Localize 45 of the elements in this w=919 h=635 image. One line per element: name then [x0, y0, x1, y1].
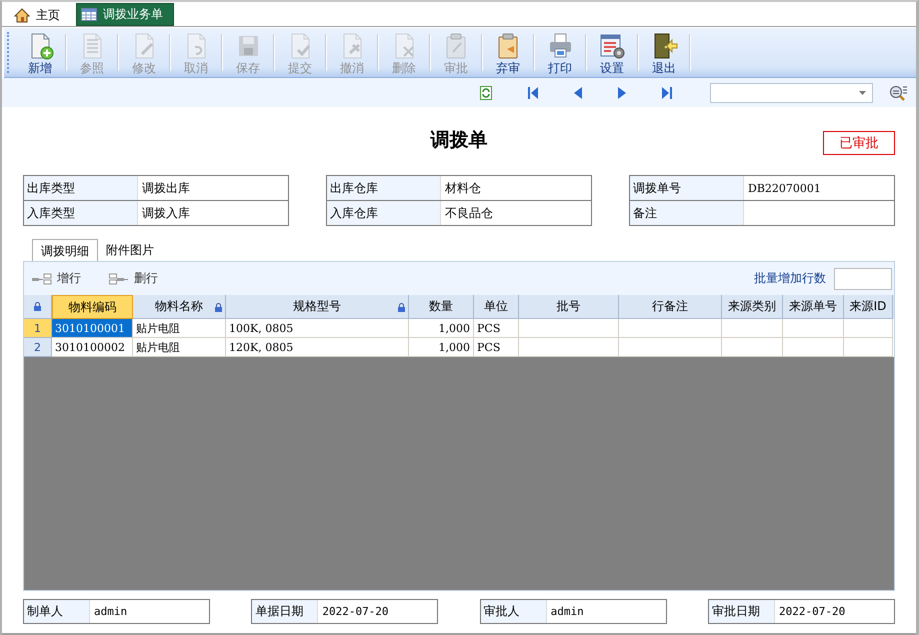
lock-icon — [34, 302, 41, 311]
toolbar-button[interactable]: 设置 — [590, 28, 634, 77]
last-record-icon[interactable] — [662, 86, 672, 98]
detail-tab[interactable]: 调拨明细 — [32, 239, 98, 261]
toolbar-button[interactable]: 打印 — [538, 28, 582, 77]
table-cell: 3010100002 — [52, 338, 133, 357]
status-badge: 已审批 — [823, 131, 895, 155]
field-label: 出库类型 — [24, 176, 138, 200]
table-cell: 120K, 0805 — [226, 338, 409, 357]
field-label: 入库类型 — [24, 201, 138, 225]
settings-icon — [598, 32, 626, 60]
table-cell: 3010100001 — [52, 319, 133, 338]
first-record-icon[interactable] — [528, 86, 538, 98]
previous-record-icon[interactable] — [574, 86, 582, 98]
toolbar-button[interactable]: 弃审 — [486, 28, 530, 77]
lock-icon — [215, 303, 222, 312]
toolbar-button[interactable]: 新增 — [18, 28, 62, 77]
table-cell: 贴片电阻 — [133, 338, 226, 357]
row-number[interactable]: 1 — [24, 319, 52, 338]
table-cell: PCS — [474, 338, 519, 357]
home-icon — [14, 8, 30, 23]
detail-tab[interactable]: 附件图片 — [98, 239, 162, 261]
table-cell: 1,000 — [409, 338, 474, 357]
form-title: 调拨单 — [430, 128, 488, 153]
column-header[interactable]: 物料编码 — [52, 295, 133, 319]
delete-row-icon — [109, 272, 129, 284]
page-tab[interactable]: 调拨业务单 — [76, 3, 174, 26]
toolbar-button[interactable]: 退出 — [642, 28, 686, 77]
field-label: 调拨单号 — [630, 176, 744, 200]
field-label: 出库仓库 — [327, 176, 441, 200]
lock-icon — [398, 303, 405, 312]
search-icon[interactable] — [889, 84, 907, 100]
table-icon — [81, 8, 97, 21]
row-action-button[interactable]: 增行 — [32, 270, 81, 287]
field-label: 备注 — [630, 201, 744, 225]
row-number[interactable]: 2 — [24, 338, 52, 357]
row-action-button[interactable]: 删行 — [109, 270, 158, 287]
field-label: 入库仓库 — [327, 201, 441, 225]
add-row-icon — [32, 272, 52, 284]
batch-count-field[interactable] — [834, 268, 892, 290]
next-record-icon[interactable] — [618, 86, 626, 98]
batch-add-label: 批量增加行数 — [754, 270, 826, 287]
page-tab[interactable]: 主页 — [10, 5, 70, 26]
refresh-icon[interactable] — [480, 86, 492, 100]
dropdown-arrow-icon — [859, 90, 866, 94]
